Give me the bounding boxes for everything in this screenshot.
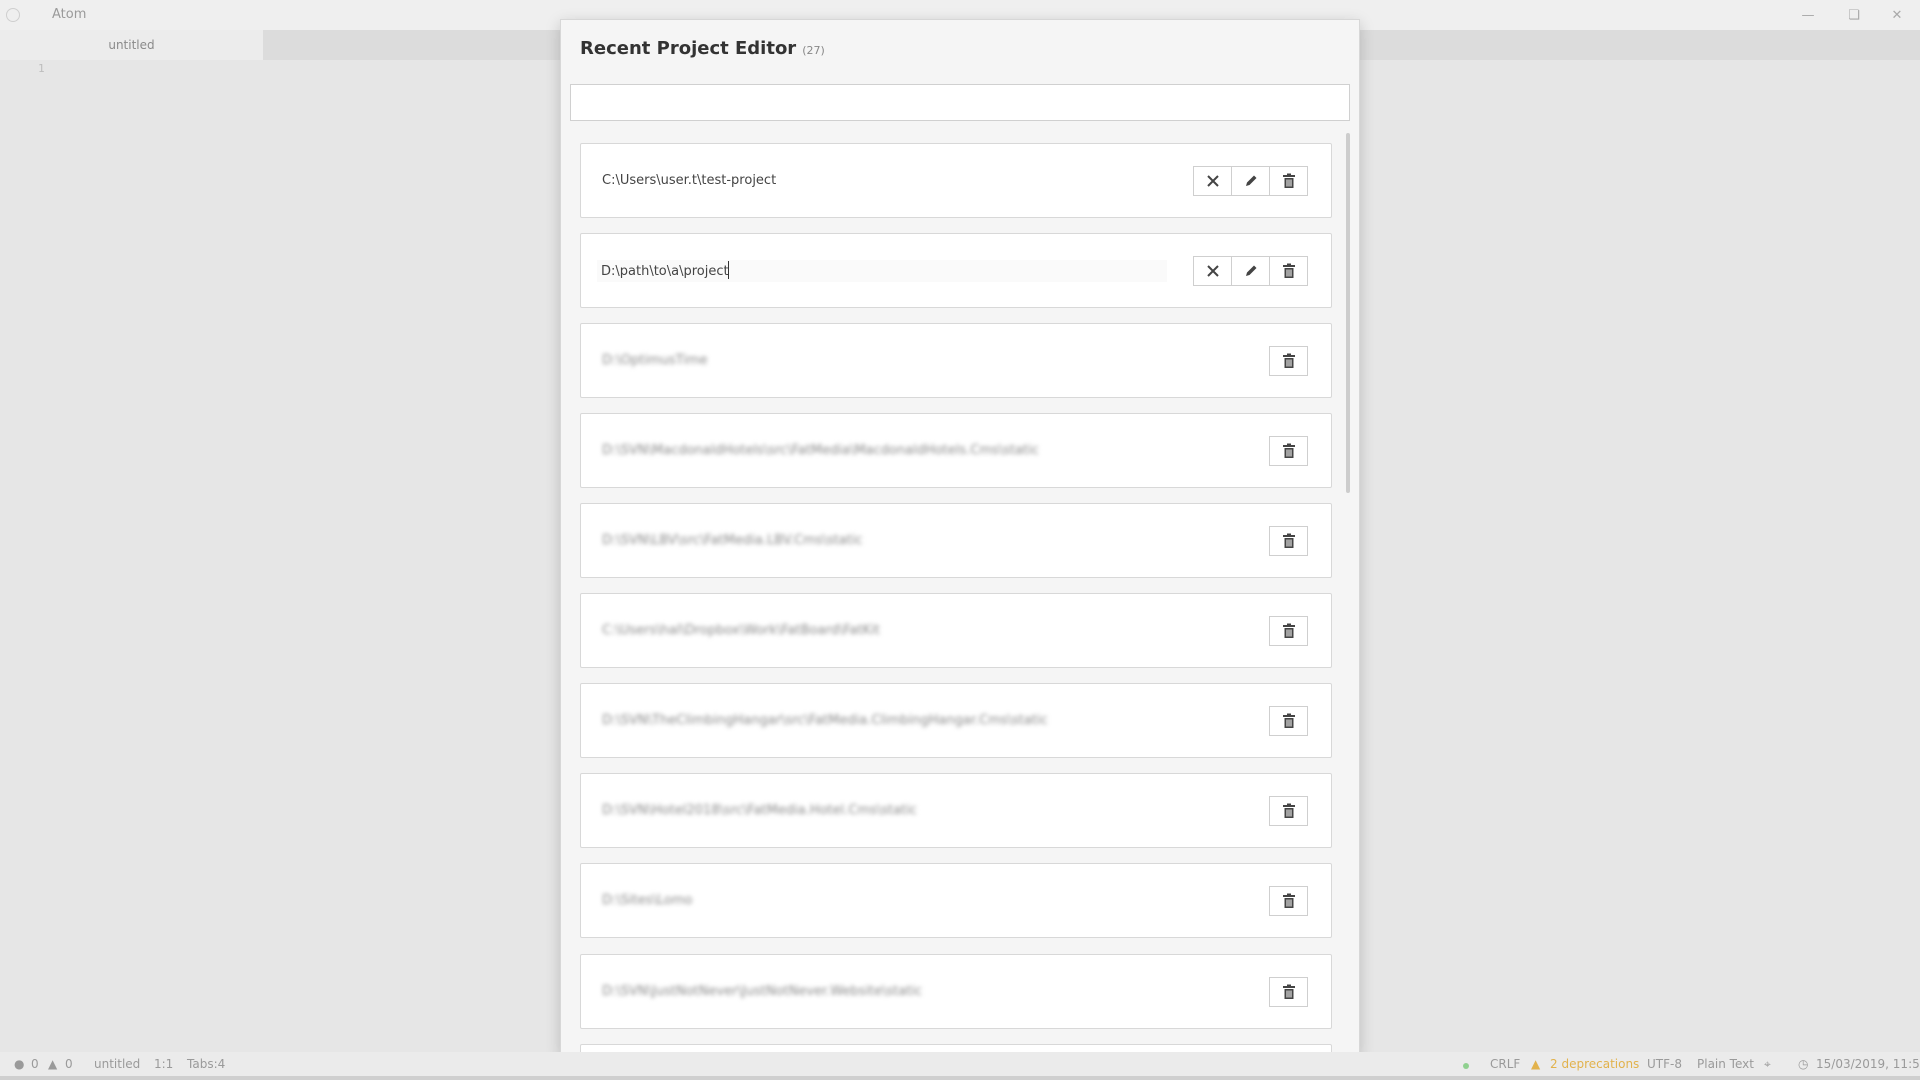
grammar[interactable]: Plain Text: [1697, 1057, 1754, 1071]
broadcast-icon[interactable]: ⌖: [1764, 1057, 1771, 1072]
project-row[interactable]: D:\Sites\Lomo: [580, 863, 1332, 938]
delete-trash-icon[interactable]: [1269, 886, 1308, 916]
project-row[interactable]: D:\OptimusTime: [580, 323, 1332, 398]
search-input[interactable]: [570, 84, 1350, 121]
delete-trash-icon[interactable]: [1269, 796, 1308, 826]
project-row[interactable]: D:\SVN\Hotel2018\src\FatMedia.Hotel.Cms\…: [580, 773, 1332, 848]
status-file-name[interactable]: untitled: [94, 1057, 140, 1071]
line-number: 1: [38, 62, 45, 75]
delete-trash-icon[interactable]: [1269, 706, 1308, 736]
delete-trash-icon[interactable]: [1269, 436, 1308, 466]
delete-trash-icon[interactable]: [1269, 977, 1308, 1007]
project-path-input[interactable]: [597, 260, 1167, 282]
modal-title: Recent Project Editor: [580, 38, 797, 59]
minimize-icon[interactable]: —: [1785, 0, 1831, 30]
modal-header: Recent Project Editor (27): [580, 38, 825, 59]
line-ending[interactable]: CRLF: [1490, 1057, 1520, 1071]
project-path: D:\SVN\Hotel2018\src\FatMedia.Hotel.Cms\…: [602, 803, 917, 818]
project-path: D:\SVN\TheClimbingHangar\src\FatMedia.Cl…: [602, 713, 1048, 728]
project-row[interactable]: D:\SVN\MacdonaldHotels\src\FatMedia\Macd…: [580, 413, 1332, 488]
project-row[interactable]: D:\SVN\JustNotNever\JustNotNever.Website…: [580, 954, 1332, 1029]
tab-setting[interactable]: Tabs:4: [187, 1057, 225, 1071]
project-path: D:\OptimusTime: [602, 353, 708, 368]
close-icon[interactable]: [1193, 166, 1232, 196]
delete-trash-icon[interactable]: [1269, 346, 1308, 376]
deprecation-icon[interactable]: ▲: [1531, 1057, 1540, 1071]
delete-trash-icon[interactable]: [1269, 166, 1308, 196]
edit-pencil-icon[interactable]: [1231, 256, 1270, 286]
restore-icon[interactable]: ❏: [1831, 0, 1877, 30]
project-path: C:\Users\user.t\test-project: [602, 173, 777, 188]
project-row[interactable]: C:\Users\user.t\test-project: [580, 143, 1332, 218]
scrollbar[interactable]: [1346, 133, 1350, 493]
window-title: Atom: [52, 7, 87, 22]
project-path: D:\Sites\Lomo: [602, 893, 693, 908]
project-path: D:\SVN\MacdonaldHotels\src\FatMedia\Macd…: [602, 443, 1039, 458]
edit-pencil-icon[interactable]: [1231, 166, 1270, 196]
cursor-position[interactable]: 1:1: [154, 1057, 173, 1071]
tab-untitled[interactable]: untitled: [0, 30, 263, 60]
project-row[interactable]: C:\Users\hal\Dropbox\Work\FatBoard\FatKi…: [580, 593, 1332, 668]
warning-count[interactable]: 0: [65, 1057, 73, 1071]
text-caret: [728, 261, 729, 279]
recent-project-editor-modal: Recent Project Editor (27) C:\Users\user.…: [560, 19, 1360, 1056]
clock-icon: ◷: [1798, 1057, 1809, 1071]
project-row[interactable]: D:\SVN\TheClimbingHangar\src\FatMedia.Cl…: [580, 683, 1332, 758]
project-path: D:\SVN\JustNotNever\JustNotNever.Website…: [602, 984, 923, 999]
error-icon[interactable]: ●: [14, 1057, 24, 1071]
close-icon[interactable]: [1193, 256, 1232, 286]
date-time: 15/03/2019, 11:58: [1816, 1057, 1920, 1071]
close-window-icon[interactable]: ✕: [1874, 0, 1920, 30]
project-row[interactable]: D:\SVN\LBV\src\FatMedia.LBV.Cms\static: [580, 503, 1332, 578]
delete-trash-icon[interactable]: [1269, 526, 1308, 556]
delete-trash-icon[interactable]: [1269, 616, 1308, 646]
deprecations-link[interactable]: 2 deprecations: [1550, 1057, 1639, 1071]
project-row[interactable]: [580, 233, 1332, 308]
encoding[interactable]: UTF-8: [1647, 1057, 1682, 1071]
git-status-dot: [1463, 1063, 1469, 1069]
delete-trash-icon[interactable]: [1269, 256, 1308, 286]
project-count: (27): [802, 44, 825, 57]
error-count[interactable]: 0: [31, 1057, 39, 1071]
project-path: D:\SVN\LBV\src\FatMedia.LBV.Cms\static: [602, 533, 863, 548]
status-bar: ● 0 ▲ 0 untitled 1:1 Tabs:4 CRLF ▲ 2 dep…: [0, 1052, 1920, 1076]
warning-icon[interactable]: ▲: [48, 1057, 57, 1071]
project-path: C:\Users\hal\Dropbox\Work\FatBoard\FatKi…: [602, 623, 880, 638]
atom-logo-icon: [6, 8, 20, 22]
